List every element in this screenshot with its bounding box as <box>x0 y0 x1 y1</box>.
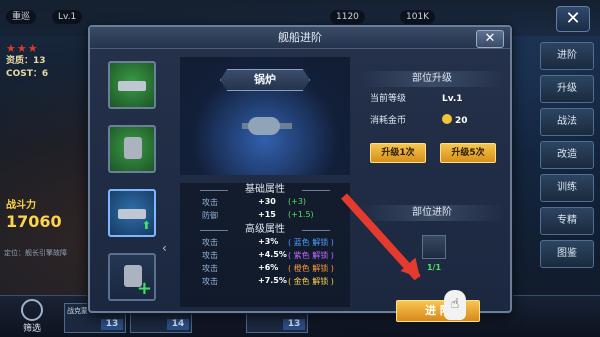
unlock-condition: ( 蓝色 解锁 ) <box>288 238 334 247</box>
tap-hand-icon: ☝ <box>444 290 466 320</box>
stats-panel: 基础属性 攻击 +30 (+3) 防御 +15 (+1.5) 高级属性 攻击 +… <box>180 183 350 307</box>
resource-counter-2: 101K <box>400 10 436 24</box>
stat-key: 防御 <box>202 211 218 220</box>
current-level-label: 当前等级 <box>370 94 407 104</box>
star-rating: ★★★ <box>6 42 39 55</box>
adv-stat-row: 攻击 +4.5% ( 紫色 解锁 ) <box>180 250 350 263</box>
menu-codex-button[interactable]: 图鉴 <box>540 240 594 268</box>
unlock-condition: ( 金色 解锁 ) <box>288 277 334 286</box>
menu-training-button[interactable]: 训练 <box>540 174 594 202</box>
ship-card-level: 13 <box>283 319 305 330</box>
current-level-value: Lv.1 <box>442 94 463 104</box>
cost-text: COST：6 <box>6 69 49 79</box>
stat-value: +15 <box>258 210 276 219</box>
cost-label: 消耗金币 <box>370 116 407 126</box>
adv-stat-row: 攻击 +3% ( 蓝色 解锁 ) <box>180 237 350 250</box>
right-menu: 进阶 升级 战法 改造 训练 专精 图鉴 <box>540 42 594 273</box>
ship-card-level: 13 <box>101 319 123 330</box>
stat-key: 攻击 <box>202 238 218 247</box>
part-slot-hull[interactable] <box>108 61 156 109</box>
stat-key: 攻击 <box>202 277 218 286</box>
modal-title: 舰船进阶 <box>90 27 510 49</box>
upgrade-available-icon: ⬆ <box>141 219 151 232</box>
modal-close-button[interactable]: ✕ <box>476 30 504 48</box>
adv-stat-row: 攻击 +6% ( 橙色 解锁 ) <box>180 263 350 276</box>
advanced-stats-title: 高级属性 <box>180 223 350 237</box>
turret-icon <box>124 137 142 159</box>
part-slot-turret[interactable] <box>108 125 156 173</box>
stat-delta: (+3) <box>288 197 307 206</box>
add-icon: + <box>136 278 152 299</box>
stat-key: 攻击 <box>202 264 218 273</box>
stat-row: 攻击 +30 (+3) <box>180 197 350 210</box>
stat-key: 攻击 <box>202 251 218 260</box>
part-detail: 锅炉 基础属性 攻击 +30 (+3) 防御 +15 (+1.5) 高级属性 攻… <box>180 57 350 309</box>
part-advance-title: 部位进阶 <box>360 205 504 221</box>
ship-level: Lv.1 <box>52 10 83 24</box>
unlock-condition: ( 橙色 解锁 ) <box>288 264 334 273</box>
menu-upgrade-button[interactable]: 升级 <box>540 75 594 103</box>
current-level-row: 当前等级 Lv.1 <box>360 91 504 107</box>
filter-icon <box>21 299 43 321</box>
menu-modify-button[interactable]: 改造 <box>540 141 594 169</box>
ship-card-level: 14 <box>167 319 189 330</box>
advance-material-icon[interactable] <box>422 235 446 259</box>
aptitude-text: 资质：13 <box>6 56 46 66</box>
screen-close-button[interactable]: ✕ <box>556 6 590 32</box>
part-slot-crane[interactable]: + <box>108 253 156 301</box>
upgrade-five-button[interactable]: 升级5次 <box>440 143 496 163</box>
stat-value: +7.5% <box>258 276 287 285</box>
ship-role-text: 定位：舰长引擎故障 <box>4 249 67 257</box>
gold-coin-icon <box>442 114 452 124</box>
ship-type-badge: 重巡 <box>6 10 37 24</box>
collapse-arrow-icon[interactable]: ‹ <box>162 239 174 257</box>
boiler-icon <box>118 209 146 219</box>
battleship-icon <box>118 81 146 91</box>
part-preview: 锅炉 <box>180 57 350 175</box>
ship-info-panel: ★★★ 资质：13 COST：6 <box>6 42 86 81</box>
part-list: ⬆ + ‹ <box>100 57 172 309</box>
filter-button[interactable]: 筛选 <box>8 299 56 334</box>
stat-value: +4.5% <box>258 250 287 259</box>
stat-value: +6% <box>258 263 279 272</box>
cost-row: 消耗金币 20 <box>360 113 504 129</box>
stat-row: 防御 +15 (+1.5) <box>180 210 350 223</box>
combat-power-label: 战斗力 <box>6 200 36 211</box>
menu-tactics-button[interactable]: 战法 <box>540 108 594 136</box>
stat-delta: (+1.5) <box>288 210 314 219</box>
basic-stats-title: 基础属性 <box>180 183 350 197</box>
cost-value: 20 <box>455 116 468 126</box>
resource-counter-1: 1120 <box>330 10 365 24</box>
stat-value: +3% <box>258 237 279 246</box>
combat-power-value: 17060 <box>6 212 62 231</box>
adv-stat-row: 攻击 +7.5% ( 金色 解锁 ) <box>180 276 350 289</box>
filter-label: 筛选 <box>22 324 41 334</box>
stat-key: 攻击 <box>202 198 218 207</box>
unlock-condition: ( 紫色 解锁 ) <box>288 251 334 260</box>
stat-value: +30 <box>258 197 276 206</box>
upgrade-once-button[interactable]: 升级1次 <box>370 143 426 163</box>
upgrade-panel: 部位升级 当前等级 Lv.1 消耗金币 20 升级1次 升级5次 部位进阶 1/… <box>360 57 504 322</box>
advance-button[interactable]: 进 阶 <box>396 300 480 322</box>
boiler-icon <box>242 115 292 141</box>
part-name: 锅炉 <box>220 69 310 91</box>
ship-advance-modal: 舰船进阶 ✕ ⬆ + ‹ 锅炉 基础属性 攻击 +30 (+3) 防御 +15 … <box>88 25 512 322</box>
menu-advance-button[interactable]: 进阶 <box>540 42 594 70</box>
part-upgrade-title: 部位升级 <box>360 71 504 87</box>
menu-specialty-button[interactable]: 专精 <box>540 207 594 235</box>
part-slot-boiler[interactable]: ⬆ <box>108 189 156 237</box>
